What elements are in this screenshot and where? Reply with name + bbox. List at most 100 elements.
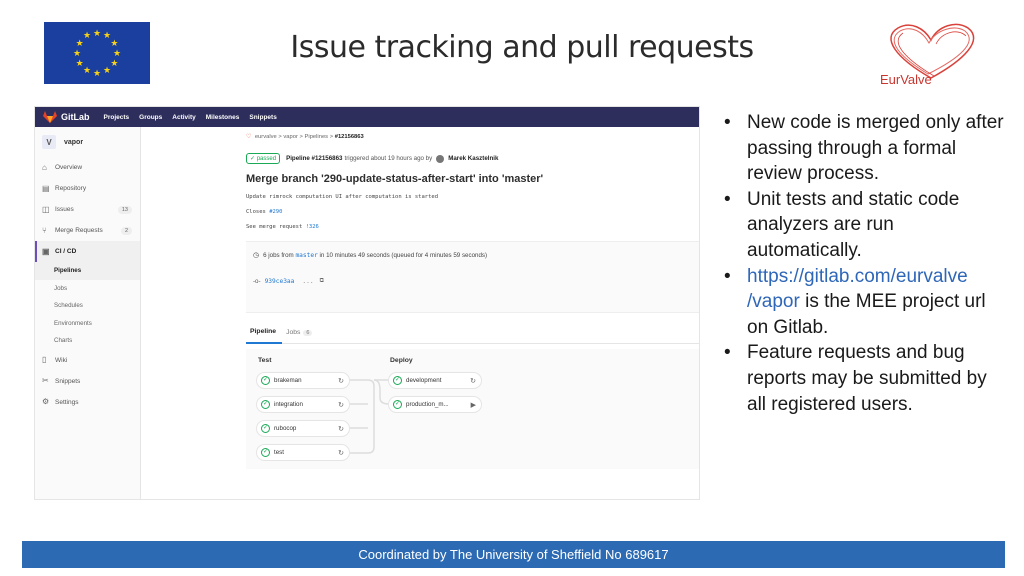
sidebar-item-snippets[interactable]: ✂ Snippets — [35, 371, 140, 392]
copy-icon[interactable]: ⧉ — [320, 277, 324, 285]
eurvalve-logo-text: EurValve — [880, 72, 932, 87]
tab-pipeline[interactable]: Pipeline — [246, 322, 283, 344]
gitlab-brand[interactable]: GitLab — [61, 112, 90, 122]
stage-title-deploy: Deploy — [390, 357, 413, 364]
sidebar-item-label: Wiki — [55, 356, 68, 364]
pipeline-commit-sha-row: -o- 939ce3aa ... ⧉ — [246, 277, 699, 285]
job-passed-icon: ✓ — [261, 448, 270, 457]
retry-icon[interactable]: ↻ — [470, 377, 476, 385]
gitlab-main-content: ♡ eurvalve > vapor > Pipelines > #121568… — [246, 127, 696, 230]
sidebar-sub-schedules[interactable]: Schedules — [35, 297, 140, 315]
rocket-icon: ▣ — [42, 246, 50, 256]
pipeline-triggered-text: triggered about 19 hours ago by — [344, 155, 433, 162]
pipeline-tabs: Pipeline Jobs 6 — [246, 322, 699, 344]
sidebar-item-label: Settings — [55, 398, 79, 406]
merge-request-link[interactable]: !326 — [306, 224, 319, 230]
gitlab-top-bar: GitLab Projects Groups Activity Mileston… — [35, 107, 699, 127]
top-nav-groups[interactable]: Groups — [139, 114, 162, 121]
breadcrumb-pipelines[interactable]: Pipelines — [305, 134, 329, 140]
sidebar-sub-jobs[interactable]: Jobs — [35, 280, 140, 298]
sidebar-project[interactable]: V vapor — [35, 127, 140, 157]
job-development[interactable]: ✓ development ↻ — [388, 372, 482, 389]
scissors-icon: ✂ — [42, 376, 49, 385]
commit-sha-link[interactable]: 939ce3aa — [265, 278, 295, 285]
sidebar-item-issues[interactable]: ◫ Issues 13 — [35, 199, 140, 220]
gear-icon: ⚙ — [42, 397, 50, 406]
retry-icon[interactable]: ↻ — [338, 401, 344, 409]
status-badge[interactable]: ✓ passed — [246, 153, 281, 164]
top-nav-activity[interactable]: Activity — [172, 114, 195, 121]
eu-star-icon: ★ — [93, 67, 102, 78]
commit-merge-request-line: See merge request !326 — [246, 224, 319, 230]
sidebar-item-merge-requests[interactable]: ⑂ Merge Requests 2 — [35, 220, 140, 241]
job-rubocop[interactable]: ✓ rubocop ↻ — [256, 420, 350, 437]
pipeline-id: Pipeline #12156863 — [286, 155, 343, 162]
bullet-item: https://gitlab.com/eurvalve/vapor is the… — [718, 264, 1008, 341]
commit-message-line: Update rimrock computation UI after comp… — [246, 194, 439, 200]
sidebar-sub-charts[interactable]: Charts — [35, 332, 140, 350]
retry-icon[interactable]: ↻ — [338, 377, 344, 385]
breadcrumb: ♡ eurvalve > vapor > Pipelines > #121568… — [246, 134, 696, 146]
job-test[interactable]: ✓ test ↻ — [256, 444, 350, 461]
job-production[interactable]: ✓ production_m... ▶ — [388, 396, 482, 413]
sidebar-item-label: Merge Requests — [55, 227, 103, 234]
job-passed-icon: ✓ — [261, 376, 270, 385]
issues-count-badge: 13 — [117, 205, 132, 214]
pipeline-graph: Test Deploy ✓ brakeman ↻ ✓ integration ↻… — [246, 349, 699, 469]
gitlab-sidebar: V vapor ⌂ Overview ▤ Repository ◫ Issues… — [35, 127, 141, 499]
merge-requests-count-badge: 2 — [120, 226, 132, 235]
clock-icon: ◷ — [253, 252, 260, 259]
issue-link[interactable]: #290 — [269, 209, 282, 215]
commit-title: Merge branch '290-update-status-after-st… — [246, 173, 544, 185]
bullet-item: New code is merged only after passing th… — [718, 110, 1008, 187]
user-avatar[interactable] — [436, 154, 445, 163]
project-avatar: V — [42, 135, 56, 149]
top-nav-projects[interactable]: Projects — [104, 114, 130, 121]
sidebar-item-repository[interactable]: ▤ Repository — [35, 178, 140, 199]
sidebar-item-wiki[interactable]: ▯ Wiki — [35, 350, 140, 371]
book-icon: ▯ — [42, 355, 47, 364]
eu-star-icon: ★ — [103, 64, 112, 75]
breadcrumb-current: #12156863 — [334, 134, 364, 140]
pipeline-jobs-summary: ◷ 6 jobs from master in 10 minutes 49 se… — [253, 251, 488, 260]
sidebar-item-label: Repository — [55, 185, 87, 192]
sidebar-item-ci-cd[interactable]: ▣ CI / CD — [35, 241, 140, 262]
issues-icon: ◫ — [42, 204, 50, 214]
slide-title: Issue tracking and pull requests — [290, 30, 754, 65]
top-nav-snippets[interactable]: Snippets — [249, 114, 276, 121]
merge-icon: ⑂ — [42, 225, 47, 235]
stage-title-test: Test — [258, 357, 272, 364]
gitlab-pipeline-screenshot: GitLab Projects Groups Activity Mileston… — [34, 106, 700, 500]
top-nav-milestones[interactable]: Milestones — [206, 114, 240, 121]
sidebar-item-overview[interactable]: ⌂ Overview — [35, 157, 140, 178]
job-brakeman[interactable]: ✓ brakeman ↻ — [256, 372, 350, 389]
pipeline-user[interactable]: Marek Kasztelnik — [448, 155, 498, 162]
tab-jobs[interactable]: Jobs 6 — [282, 322, 318, 344]
job-passed-icon: ✓ — [261, 424, 270, 433]
sidebar-sub-pipelines[interactable]: Pipelines — [35, 262, 140, 280]
retry-icon[interactable]: ↻ — [338, 449, 344, 457]
sidebar-item-label: Overview — [55, 164, 83, 171]
breadcrumb-project[interactable]: vapor — [283, 134, 298, 140]
breadcrumb-separator: > — [278, 134, 282, 140]
expand-commit-button[interactable]: ... — [302, 278, 313, 285]
bullet-list: New code is merged only after passing th… — [718, 110, 1008, 417]
bullet-item: Unit tests and static code analyzers are… — [718, 187, 1008, 264]
breadcrumb-group[interactable]: eurvalve — [255, 134, 277, 140]
job-integration[interactable]: ✓ integration ↻ — [256, 396, 350, 413]
sidebar-sub-environments[interactable]: Environments — [35, 315, 140, 333]
sidebar-item-label: Issues — [55, 206, 74, 213]
retry-icon[interactable]: ↻ — [338, 425, 344, 433]
job-passed-icon: ✓ — [261, 400, 270, 409]
project-name: vapor — [64, 138, 84, 146]
group-logo-icon: ♡ — [246, 134, 252, 140]
home-icon: ⌂ — [42, 162, 47, 172]
job-passed-icon: ✓ — [393, 376, 402, 385]
breadcrumb-separator: > — [329, 134, 334, 140]
job-passed-icon: ✓ — [393, 400, 402, 409]
sidebar-item-settings[interactable]: ⚙ Settings — [35, 392, 140, 413]
play-icon[interactable]: ▶ — [471, 401, 476, 409]
doc-icon: ▤ — [42, 183, 50, 193]
jobs-count-badge: 6 — [303, 329, 313, 336]
branch-link[interactable]: master — [295, 252, 317, 259]
